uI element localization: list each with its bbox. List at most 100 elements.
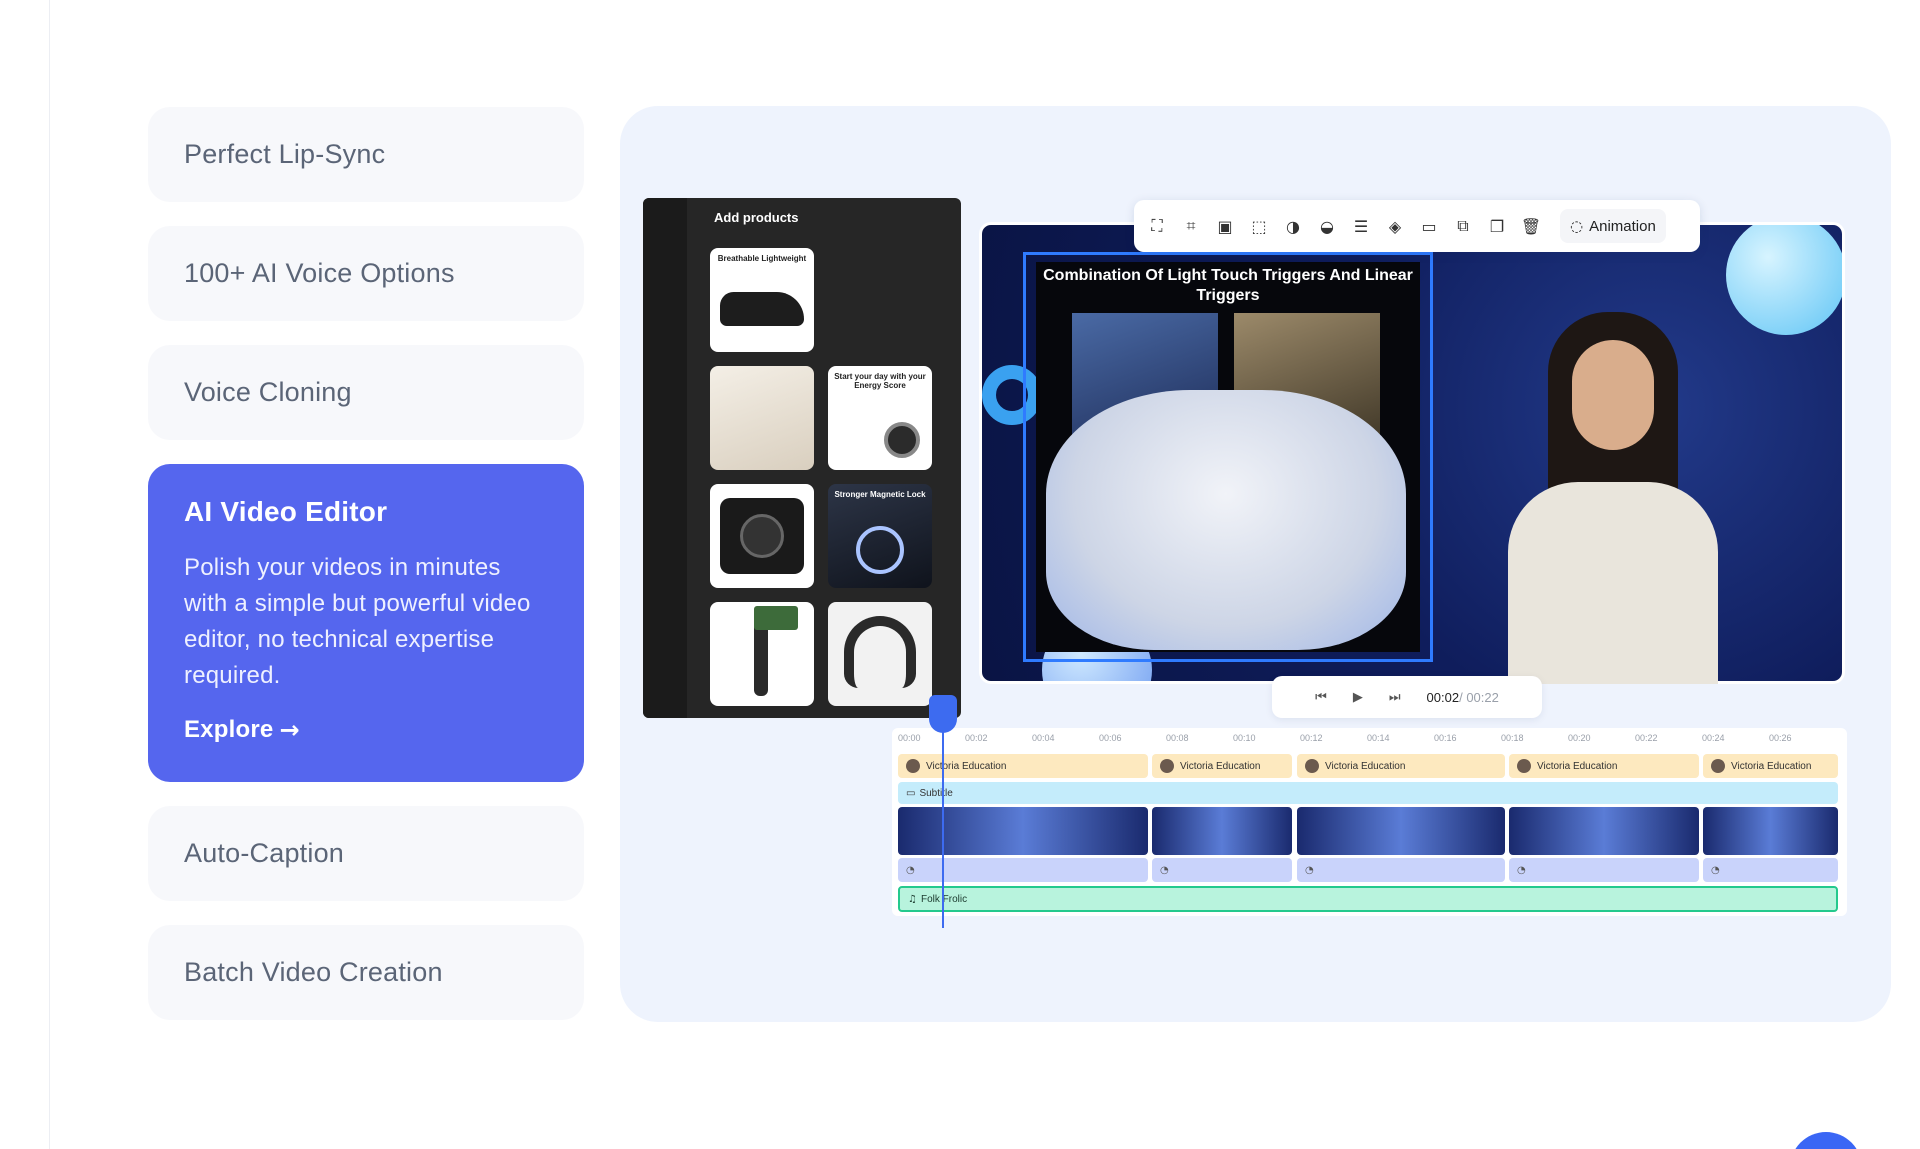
avatar-clip[interactable]: Victoria Education bbox=[1703, 754, 1838, 778]
video-clip[interactable] bbox=[1297, 807, 1505, 855]
ruler-tick: 00:18 bbox=[1501, 733, 1524, 743]
product-caption: Start your day with your Energy Score bbox=[834, 372, 926, 390]
duplicate-icon[interactable]: ❐ bbox=[1486, 215, 1508, 237]
grid-spacer bbox=[828, 248, 932, 352]
replace-icon[interactable]: ⧉ bbox=[1452, 215, 1474, 237]
timeline-ruler[interactable]: 00:00 00:02 00:04 00:06 00:08 00:10 00:1… bbox=[898, 733, 1838, 749]
skip-forward-icon[interactable]: ⏭ bbox=[1389, 690, 1401, 705]
product-thumb-bedding[interactable] bbox=[710, 366, 814, 470]
sidebar-strip bbox=[643, 198, 687, 718]
feature-title: AI Video Editor bbox=[184, 496, 388, 527]
ruler-tick: 00:14 bbox=[1367, 733, 1390, 743]
products-title: Add products bbox=[714, 210, 799, 225]
music-track[interactable]: ♫ Folk Frolic bbox=[898, 886, 1838, 912]
voice-clip[interactable]: ◔ bbox=[898, 858, 1148, 882]
avatar-icon bbox=[1517, 759, 1531, 773]
clip-label: Victoria Education bbox=[1180, 760, 1261, 772]
phone-image bbox=[754, 606, 798, 630]
avatar-clip[interactable]: Victoria Education bbox=[1509, 754, 1699, 778]
animation-button[interactable]: ◌ Animation bbox=[1560, 209, 1666, 243]
clip-label: Victoria Education bbox=[1325, 760, 1406, 772]
mask-icon[interactable]: ⬚ bbox=[1248, 215, 1270, 237]
product-thumb-headphones[interactable] bbox=[828, 602, 932, 706]
avatar-icon bbox=[1711, 759, 1725, 773]
product-thumb-watch[interactable]: Start your day with your Energy Score bbox=[828, 366, 932, 470]
playhead-line bbox=[942, 716, 944, 928]
camera-lens bbox=[740, 514, 784, 558]
layers-icon[interactable]: ◈ bbox=[1384, 215, 1406, 237]
voice-icon: ◔ bbox=[1517, 864, 1526, 876]
element-toolbar: ⛶ ⌗ ▣ ⬚ ◑ ◒ ☰ ◈ ▭ ⧉ ❐ 🗑 ◌ Animation bbox=[1134, 200, 1700, 252]
avatar-icon bbox=[906, 759, 920, 773]
group-icon[interactable]: ⛶ bbox=[1146, 215, 1168, 237]
voice-icon: ◔ bbox=[906, 864, 915, 876]
video-clip[interactable] bbox=[1703, 807, 1838, 855]
feature-title: Batch Video Creation bbox=[184, 957, 443, 987]
subtitle-label: Subtitle bbox=[919, 787, 953, 799]
voice-clip[interactable]: ◔ bbox=[1703, 858, 1838, 882]
align-icon[interactable]: ☰ bbox=[1350, 215, 1372, 237]
voice-icon: ◔ bbox=[1305, 864, 1314, 876]
playhead-handle[interactable] bbox=[929, 695, 957, 733]
voice-icon: ◔ bbox=[1711, 864, 1720, 876]
ruler-tick: 00:26 bbox=[1769, 733, 1792, 743]
feature-title: Auto-Caption bbox=[184, 838, 344, 868]
feature-ai-video-editor[interactable]: AI Video Editor Polish your videos in mi… bbox=[148, 464, 584, 782]
explore-label: Explore bbox=[184, 716, 274, 743]
feature-voice-cloning[interactable]: Voice Cloning bbox=[148, 345, 584, 440]
feature-list: Perfect Lip-Sync 100+ AI Voice Options V… bbox=[148, 107, 584, 1044]
delete-icon[interactable]: 🗑 bbox=[1520, 215, 1542, 237]
video-clip[interactable] bbox=[1152, 807, 1292, 855]
subtitle-track[interactable]: ▭ Subtitle bbox=[898, 782, 1838, 804]
headphones-image bbox=[844, 616, 916, 688]
video-clip[interactable] bbox=[898, 807, 1148, 855]
magnetic-ring-image bbox=[856, 526, 904, 574]
total-duration: / 00:22 bbox=[1459, 689, 1499, 705]
feature-auto-caption[interactable]: Auto-Caption bbox=[148, 806, 584, 901]
presenter-avatar bbox=[1508, 312, 1718, 684]
avatar-clip[interactable]: Victoria Education bbox=[898, 754, 1148, 778]
image-icon[interactable]: ▣ bbox=[1214, 215, 1236, 237]
api-icon[interactable]: ▭ bbox=[1418, 215, 1440, 237]
explore-link[interactable]: Explore → bbox=[184, 716, 300, 744]
feature-title: Perfect Lip-Sync bbox=[184, 139, 386, 169]
ruler-tick: 00:00 bbox=[898, 733, 921, 743]
feature-title: 100+ AI Voice Options bbox=[184, 258, 455, 288]
product-caption: Stronger Magnetic Lock bbox=[834, 490, 926, 499]
play-icon[interactable]: ▶ bbox=[1353, 690, 1363, 705]
avatar-clip[interactable]: Victoria Education bbox=[1297, 754, 1505, 778]
product-thumb-gimbal[interactable] bbox=[710, 602, 814, 706]
video-clip[interactable] bbox=[1509, 807, 1699, 855]
feature-batch-video-creation[interactable]: Batch Video Creation bbox=[148, 925, 584, 1020]
voice-clip[interactable]: ◔ bbox=[1297, 858, 1505, 882]
ruler-tick: 00:08 bbox=[1166, 733, 1189, 743]
products-sidebar: Add products Breathable Lightweight Star… bbox=[643, 198, 961, 718]
product-thumb-sneaker[interactable]: Breathable Lightweight bbox=[710, 248, 814, 352]
chat-fab-button[interactable] bbox=[1790, 1132, 1862, 1149]
music-note-icon: ♫ bbox=[908, 893, 917, 905]
skip-back-icon[interactable]: ⏮ bbox=[1315, 690, 1327, 705]
product-thumb-magnetic[interactable]: Stronger Magnetic Lock bbox=[828, 484, 932, 588]
divider bbox=[49, 0, 50, 1149]
ruler-tick: 00:12 bbox=[1300, 733, 1323, 743]
voice-clip[interactable]: ◔ bbox=[1152, 858, 1292, 882]
feature-perfect-lip-sync[interactable]: Perfect Lip-Sync bbox=[148, 107, 584, 202]
color-icon[interactable]: ◒ bbox=[1316, 215, 1338, 237]
clip-label: Victoria Education bbox=[926, 760, 1007, 772]
ruler-tick: 00:20 bbox=[1568, 733, 1591, 743]
animation-icon: ◌ bbox=[1570, 217, 1584, 235]
avatar-clip[interactable]: Victoria Education bbox=[1152, 754, 1292, 778]
crop-icon[interactable]: ⌗ bbox=[1180, 215, 1202, 237]
music-label: Folk Frolic bbox=[920, 893, 968, 905]
voice-clip[interactable]: ◔ bbox=[1509, 858, 1699, 882]
page: Perfect Lip-Sync 100+ AI Voice Options V… bbox=[0, 0, 1920, 1149]
controller-image bbox=[1046, 390, 1406, 650]
feature-ai-voice-options[interactable]: 100+ AI Voice Options bbox=[148, 226, 584, 321]
ruler-tick: 00:02 bbox=[965, 733, 988, 743]
contrast-icon[interactable]: ◑ bbox=[1282, 215, 1304, 237]
product-thumb-camera[interactable] bbox=[710, 484, 814, 588]
clip-label: Victoria Education bbox=[1731, 760, 1812, 772]
ruler-tick: 00:06 bbox=[1099, 733, 1122, 743]
ruler-tick: 00:04 bbox=[1032, 733, 1055, 743]
sphere-decoration bbox=[1726, 225, 1842, 335]
